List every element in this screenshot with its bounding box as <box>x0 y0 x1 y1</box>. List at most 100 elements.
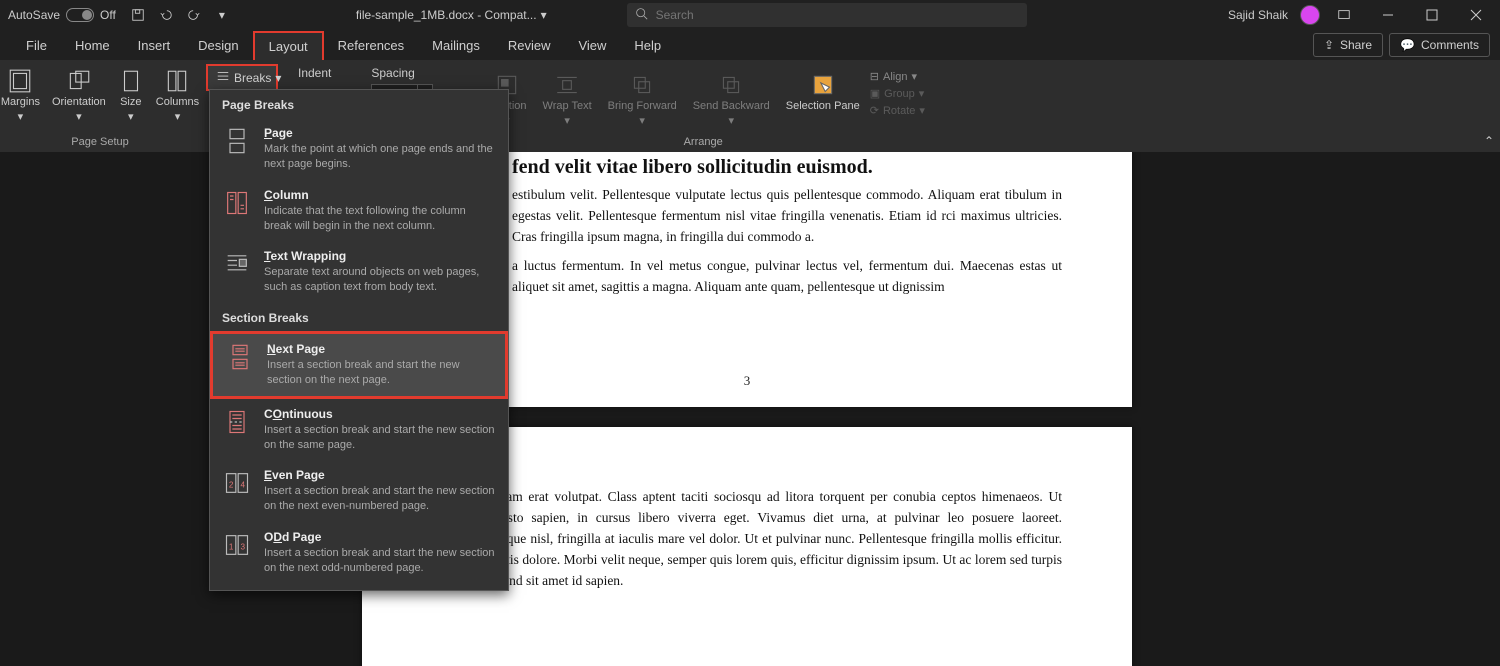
tab-design[interactable]: Design <box>184 32 252 59</box>
chevron-down-icon: ▾ <box>175 110 181 123</box>
user-name[interactable]: Sajid Shaik <box>1220 8 1296 22</box>
undo-icon[interactable] <box>152 1 180 29</box>
search-icon <box>635 7 648 23</box>
indent-label: Indent <box>298 66 331 80</box>
align-icon: ⊟ <box>870 70 879 83</box>
minimize-icon[interactable] <box>1368 0 1408 30</box>
arrange-group: Position▾ Wrap Text▾ Bring Forward▾ Send… <box>467 60 939 152</box>
tab-mailings[interactable]: Mailings <box>418 32 494 59</box>
section-breaks-header: Section Breaks <box>210 303 508 331</box>
page-breaks-header: Page Breaks <box>210 90 508 118</box>
tab-insert[interactable]: Insert <box>124 32 185 59</box>
autosave-label: AutoSave <box>8 8 60 22</box>
column-break-icon <box>222 188 252 218</box>
share-icon: ⇪ <box>1324 38 1334 52</box>
tab-help[interactable]: Help <box>620 32 675 59</box>
avatar[interactable] <box>1300 5 1320 25</box>
break-oddpage-desc: Insert a section break and start the new… <box>264 546 496 576</box>
title-bar: AutoSave Off ▾ file-sample_1MB.docx - Co… <box>0 0 1500 30</box>
breaks-button[interactable]: Breaks ▾ <box>206 64 278 91</box>
align-button[interactable]: ⊟Align▾ <box>870 70 925 83</box>
comments-button[interactable]: 💬Comments <box>1389 33 1490 57</box>
break-oddpage-title: ODd Page <box>264 530 496 544</box>
break-continuous-item[interactable]: COntinuous Insert a section break and st… <box>210 399 508 461</box>
qat-dropdown-icon[interactable]: ▾ <box>208 1 236 29</box>
collapse-ribbon-icon[interactable]: ⌃ <box>1484 134 1494 148</box>
close-icon[interactable] <box>1456 0 1496 30</box>
tab-file[interactable]: File <box>12 32 61 59</box>
break-continuous-title: COntinuous <box>264 407 496 421</box>
redo-icon[interactable] <box>180 1 208 29</box>
breaks-icon <box>216 69 230 86</box>
svg-text:2: 2 <box>229 481 234 490</box>
rotate-icon: ⟳ <box>870 104 879 117</box>
orientation-button[interactable]: Orientation▾ <box>46 64 112 127</box>
ribbon-tab-row: File Home Insert Design Layout Reference… <box>0 30 1500 60</box>
break-page-title: Page <box>264 126 496 140</box>
page-setup-group: Margins▾ Orientation▾ Size▾ Columns▾ Pag… <box>0 60 200 152</box>
tab-review[interactable]: Review <box>494 32 565 59</box>
page-paragraph: eget est. Aliquam erat volutpat. Class a… <box>424 487 1062 592</box>
chevron-down-icon: ▾ <box>275 71 281 85</box>
svg-text:1: 1 <box>229 543 234 552</box>
share-button[interactable]: ⇪Share <box>1313 33 1383 57</box>
rotate-button: ⟳Rotate▾ <box>870 104 925 117</box>
svg-text:3: 3 <box>241 543 246 552</box>
maximize-icon[interactable] <box>1412 0 1452 30</box>
search-input[interactable] <box>656 8 1019 22</box>
break-evenpage-desc: Insert a section break and start the new… <box>264 484 496 514</box>
send-backward-button: Send Backward▾ <box>687 68 776 131</box>
break-textwrap-item[interactable]: Text Wrapping Separate text around objec… <box>210 241 508 303</box>
search-box[interactable] <box>627 3 1027 27</box>
tab-references[interactable]: References <box>324 32 418 59</box>
columns-button[interactable]: Columns▾ <box>150 64 205 127</box>
break-nextpage-desc: Insert a section break and start the new… <box>267 358 493 388</box>
margins-button[interactable]: Margins▾ <box>0 64 46 127</box>
oddpage-break-icon: 13 <box>222 530 252 560</box>
save-icon[interactable] <box>124 1 152 29</box>
break-page-item[interactable]: Page Mark the point at which one page en… <box>210 118 508 180</box>
break-nextpage-item[interactable]: Next Page Insert a section break and sta… <box>210 331 508 399</box>
break-nextpage-title: Next Page <box>267 342 493 356</box>
break-textwrap-desc: Separate text around objects on web page… <box>264 265 496 295</box>
autosave-toggle[interactable]: AutoSave Off <box>0 8 124 22</box>
break-oddpage-item[interactable]: 13 ODd Page Insert a section break and s… <box>210 522 508 584</box>
textwrap-break-icon <box>222 249 252 279</box>
size-button[interactable]: Size▾ <box>112 64 150 127</box>
document-title: file-sample_1MB.docx - Compat... ▾ <box>356 8 547 22</box>
group-button: ▣Group▾ <box>870 87 925 100</box>
continuous-break-icon <box>222 407 252 437</box>
wrap-text-button: Wrap Text▾ <box>537 68 598 131</box>
tab-home[interactable]: Home <box>61 32 124 59</box>
break-page-desc: Mark the point at which one page ends an… <box>264 142 496 172</box>
tab-layout[interactable]: Layout <box>253 31 324 60</box>
break-column-title: Column <box>264 188 496 202</box>
chevron-down-icon[interactable]: ▾ <box>541 8 547 22</box>
svg-text:4: 4 <box>241 481 246 490</box>
break-textwrap-title: Text Wrapping <box>264 249 496 263</box>
toggle-icon <box>66 8 94 22</box>
chevron-down-icon: ▾ <box>76 110 82 123</box>
spacing-label: Spacing <box>371 66 433 80</box>
chevron-down-icon: ▾ <box>128 110 134 123</box>
arrange-label: Arrange <box>467 136 939 148</box>
tab-view[interactable]: View <box>564 32 620 59</box>
page-heading: fend velit vitae libero sollicitudin eui… <box>512 156 1062 179</box>
break-column-item[interactable]: Column Indicate that the text following … <box>210 180 508 242</box>
breaks-dropdown-menu: Page Breaks Page Mark the point at which… <box>209 89 509 591</box>
autosave-state: Off <box>100 8 116 22</box>
comment-icon: 💬 <box>1400 38 1415 52</box>
evenpage-break-icon: 24 <box>222 468 252 498</box>
ribbon-display-icon[interactable] <box>1324 0 1364 30</box>
group-icon: ▣ <box>870 87 880 100</box>
bring-forward-button: Bring Forward▾ <box>602 68 683 131</box>
selection-pane-button[interactable]: Selection Pane <box>780 68 866 131</box>
nextpage-break-icon <box>225 342 255 372</box>
break-column-desc: Indicate that the text following the col… <box>264 204 496 234</box>
break-evenpage-title: Even Page <box>264 468 496 482</box>
break-continuous-desc: Insert a section break and start the new… <box>264 423 496 453</box>
page-break-icon <box>222 126 252 156</box>
break-evenpage-item[interactable]: 24 Even Page Insert a section break and … <box>210 460 508 522</box>
chevron-down-icon: ▾ <box>18 110 24 123</box>
page-paragraph: estibulum velit. Pellentesque vulputate … <box>512 185 1062 248</box>
